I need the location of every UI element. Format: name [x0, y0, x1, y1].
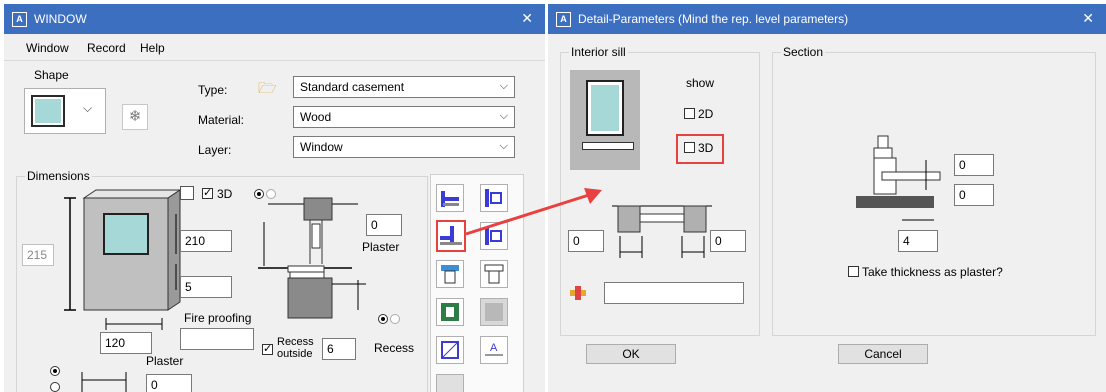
close-icon[interactable]: ✕: [521, 10, 533, 27]
lintel-option-button[interactable]: [480, 260, 508, 288]
recess-field[interactable]: 6: [322, 338, 356, 360]
layer-select-value: Window: [300, 140, 343, 154]
chevron-down-icon: ⌵: [83, 101, 93, 115]
cancel-button[interactable]: Cancel: [838, 344, 928, 364]
svg-text:A: A: [490, 342, 498, 354]
app-icon: A: [556, 12, 571, 27]
section-field-2[interactable]: 0: [954, 184, 994, 206]
take-thickness-checkbox[interactable]: [848, 266, 859, 277]
left-offset-field[interactable]: 215: [22, 244, 54, 266]
2d-checkbox[interactable]: [684, 108, 695, 119]
window-titlebar[interactable]: A WINDOW ✕: [4, 4, 545, 34]
detail-parameters-dialog: A Detail-Parameters (Mind the rep. level…: [548, 4, 1106, 392]
wall-section-drawing: [258, 197, 366, 319]
recess-outside-checkbox[interactable]: [262, 342, 273, 355]
take-thickness-label: Take thickness as plaster?: [862, 265, 1003, 279]
reveal-option-button[interactable]: [480, 298, 508, 326]
view-icon[interactable]: [180, 186, 194, 200]
detail-titlebar[interactable]: A Detail-Parameters (Mind the rep. level…: [548, 4, 1106, 34]
component-icon[interactable]: [570, 286, 586, 300]
chevron-down-icon: ⌵: [499, 80, 508, 92]
reveal-button[interactable]: [436, 298, 464, 326]
orientation-radio-2-left[interactable]: [378, 314, 388, 324]
3d-checkbox-label: 3D: [698, 141, 714, 155]
section-field-1[interactable]: 0: [954, 154, 994, 176]
folder-icon[interactable]: 🗁: [258, 78, 277, 103]
orientation-radio-2-right[interactable]: [390, 314, 400, 324]
callout-arrow: [465, 188, 602, 236]
menu-divider: [4, 60, 545, 61]
type-select-value: Standard casement: [300, 80, 405, 94]
ok-button[interactable]: OK: [586, 344, 676, 364]
show-label: show: [686, 76, 715, 90]
component-name-field[interactable]: [604, 282, 744, 304]
menu-help[interactable]: Help: [140, 41, 165, 55]
layer-label: Layer:: [198, 143, 232, 157]
sill-plan-drawing: [612, 205, 712, 258]
sill-height-field[interactable]: 5: [180, 276, 232, 298]
menu-window[interactable]: Window: [26, 41, 69, 55]
height-field[interactable]: 210: [180, 230, 232, 252]
hatch-button[interactable]: [436, 336, 464, 364]
plaster-bottom-field[interactable]: 0: [146, 374, 192, 392]
fire-proofing-field[interactable]: [180, 328, 254, 350]
shape-picker-button[interactable]: ⌵: [24, 88, 106, 134]
plaster-label-2: Plaster: [146, 354, 184, 368]
window-title: WINDOW: [34, 12, 87, 26]
window-shape-icon: [31, 95, 65, 127]
section-drawing: [856, 135, 941, 221]
menu-bar: Window Record Help: [4, 34, 545, 58]
3d-checkbox-label: 3D: [217, 187, 233, 201]
plaster-top-field[interactable]: 0: [366, 214, 402, 236]
interior-sill-label: Interior sill: [569, 45, 628, 59]
lintel-button[interactable]: [436, 260, 464, 288]
sill-preview-image: [570, 70, 640, 170]
3d-checkbox[interactable]: [684, 142, 695, 153]
plaster-radio-2[interactable]: [50, 382, 60, 392]
material-label: Material:: [198, 113, 245, 127]
sill-right-field[interactable]: 0: [710, 230, 746, 252]
material-select-value: Wood: [300, 110, 332, 124]
shape-label: Shape: [34, 68, 69, 82]
section-label: Section: [781, 45, 826, 59]
fire-proofing-label: Fire proofing: [184, 311, 252, 325]
plaster-dimension-icon: [81, 372, 127, 392]
dimensions-label: Dimensions: [25, 169, 92, 183]
detail-title: Detail-Parameters (Mind the rep. level p…: [578, 12, 849, 26]
type-select[interactable]: Standard casement ⌵: [293, 76, 515, 98]
2d-checkbox-label: 2D: [698, 107, 714, 121]
plaster-label-1: Plaster: [362, 240, 400, 254]
type-label: Type:: [198, 83, 228, 97]
width-field[interactable]: 120: [100, 332, 152, 354]
3d-checkbox[interactable]: [202, 186, 213, 199]
recess-outside-label: Recess outside: [277, 336, 314, 360]
edit-button[interactable]: [436, 374, 464, 392]
snowflake-icon[interactable]: ❄: [122, 104, 148, 130]
chevron-down-icon: ⌵: [499, 140, 508, 152]
label-button[interactable]: A: [480, 336, 508, 364]
material-select[interactable]: Wood ⌵: [293, 106, 515, 128]
section-field-3[interactable]: 4: [898, 230, 938, 252]
app-icon: A: [12, 12, 27, 27]
menu-record[interactable]: Record: [87, 41, 126, 55]
layer-select[interactable]: Window ⌵: [293, 136, 515, 158]
chevron-down-icon: ⌵: [499, 110, 508, 122]
exterior-sill-top-button[interactable]: [436, 184, 464, 212]
plaster-radio-1[interactable]: [50, 366, 60, 376]
recess-label: Recess: [374, 341, 415, 355]
close-icon[interactable]: ✕: [1082, 10, 1094, 27]
